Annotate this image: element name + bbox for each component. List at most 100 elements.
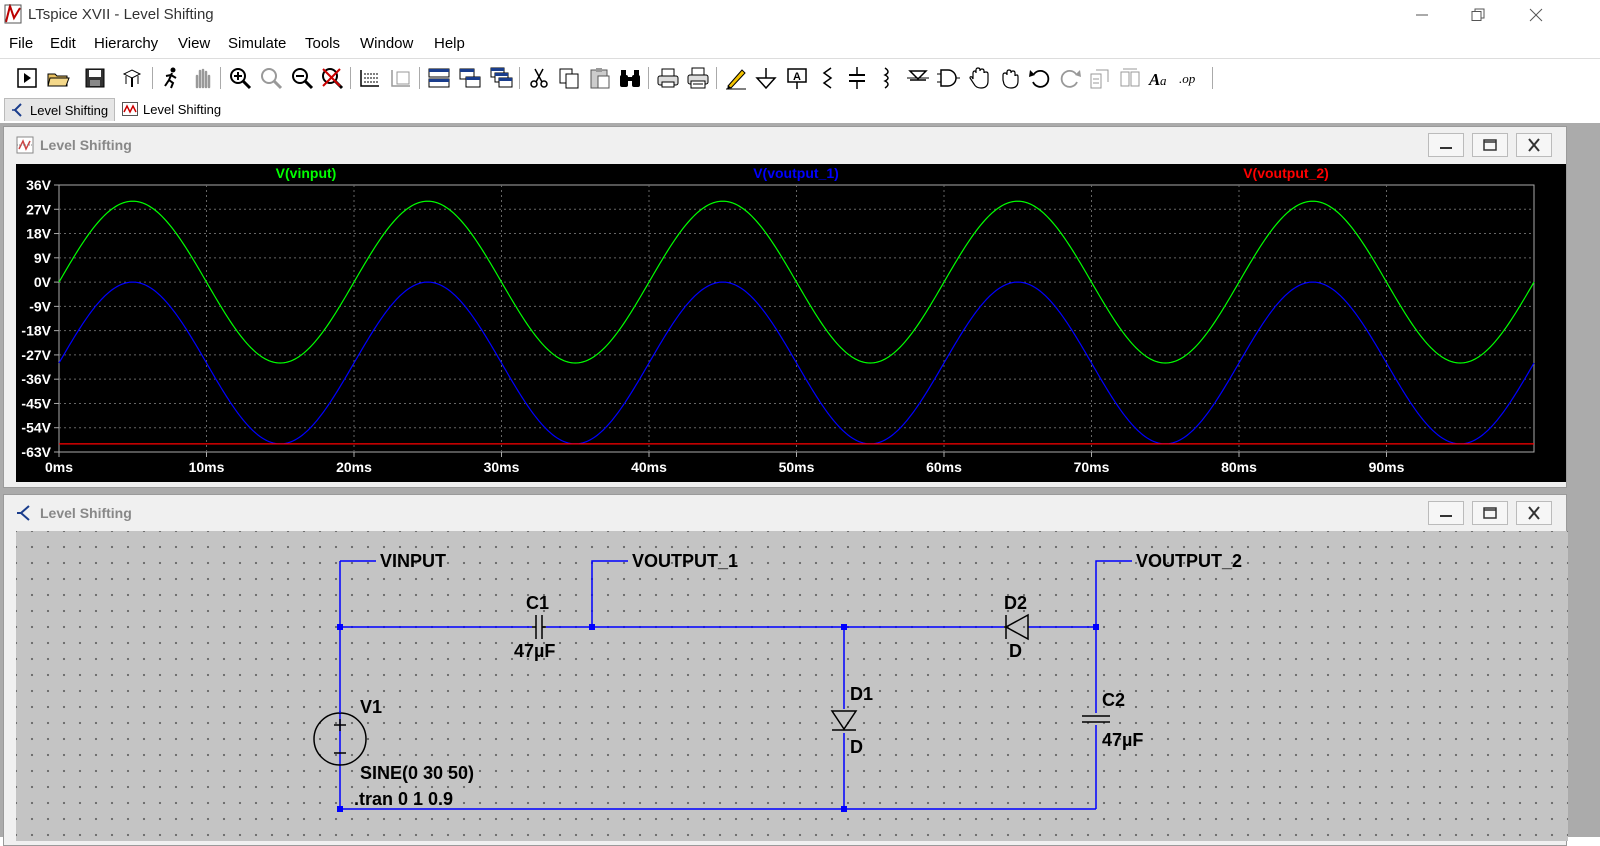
restore-icon <box>1471 8 1485 21</box>
rotate-button[interactable] <box>1088 66 1112 90</box>
paste-button[interactable] <box>588 66 612 90</box>
waveform-plot-area[interactable]: 36V 27V 18V 9V 0V -9V -18V -27V -36V -45V -54V -63V… <box>16 164 1566 482</box>
capacitor-button[interactable] <box>845 66 869 90</box>
drag-button[interactable] <box>997 66 1021 90</box>
text-button[interactable]: Aa <box>1148 66 1172 90</box>
undo-icon <box>1029 69 1050 88</box>
resistor-button[interactable] <box>815 66 839 90</box>
tab-waveform[interactable]: Level Shifting <box>116 98 227 120</box>
y-tick-label: 36V <box>26 177 52 193</box>
autorange-icon <box>360 70 379 87</box>
menu-help[interactable]: Help <box>434 35 465 52</box>
cut-button[interactable] <box>527 66 551 90</box>
spice-directive-button[interactable]: .op <box>1178 66 1202 90</box>
d2-model[interactable]: D <box>1009 641 1022 662</box>
move-button[interactable] <box>967 66 991 90</box>
waveform-maximize-button[interactable] <box>1472 133 1508 157</box>
delete-trace-button[interactable] <box>389 66 413 90</box>
autorange-button[interactable] <box>358 66 382 90</box>
menu-tools[interactable]: Tools <box>305 35 340 52</box>
halt-button[interactable] <box>190 66 214 90</box>
waveform-window: Level Shifting 36V 27V 18V 9V 0V -9V -18V -27V -… <box>3 126 1567 488</box>
zoom-out-button[interactable] <box>290 66 314 90</box>
cascade-button[interactable] <box>489 66 513 90</box>
x-tick-label: 50ms <box>779 459 815 475</box>
menu-hierarchy[interactable]: Hierarchy <box>94 35 158 52</box>
inductor-button[interactable] <box>875 66 899 90</box>
zoom-to-fit-button[interactable] <box>259 66 283 90</box>
inductor-icon <box>883 67 889 89</box>
c2-name[interactable]: C2 <box>1102 690 1125 711</box>
undo-button[interactable] <box>1028 66 1052 90</box>
mdi-workspace: Level Shifting 36V 27V 18V 9V 0V -9V -18V -27V -… <box>0 123 1600 846</box>
label-net-button[interactable]: A <box>785 66 809 90</box>
menu-simulate[interactable]: Simulate <box>228 35 286 52</box>
d1-model[interactable]: D <box>850 737 863 758</box>
zoom-to-fit-icon <box>261 68 283 90</box>
v1-name[interactable]: V1 <box>360 697 382 718</box>
y-tick-label: 18V <box>26 226 52 242</box>
net-label-voutput1[interactable]: VOUTPUT_1 <box>632 551 738 572</box>
schematic-minimize-button[interactable] <box>1428 501 1464 525</box>
schematic-maximize-button[interactable] <box>1472 501 1508 525</box>
menu-window[interactable]: Window <box>360 35 413 52</box>
close-button[interactable] <box>1508 0 1564 30</box>
schematic-window-titlebar[interactable]: Level Shifting <box>4 495 1566 529</box>
net-label-voutput2[interactable]: VOUTPUT_2 <box>1136 551 1242 572</box>
print-button[interactable] <box>656 66 680 90</box>
v1-value[interactable]: SINE(0 30 50) <box>360 763 474 784</box>
menu-edit[interactable]: Edit <box>50 35 76 52</box>
legend-entry[interactable]: V(voutput_1) <box>753 165 839 181</box>
diode-button[interactable] <box>906 66 930 90</box>
y-tick-label: 0V <box>34 274 52 290</box>
c2-value[interactable]: 47µF <box>1102 730 1143 751</box>
net-label-vinput[interactable]: VINPUT <box>380 551 446 572</box>
cancel-zoom-button[interactable] <box>320 66 344 90</box>
spice-directive[interactable]: .tran 0 1 0.9 <box>354 789 453 810</box>
junction-dot <box>589 624 595 630</box>
open-button[interactable] <box>46 66 70 90</box>
waveform-close-button[interactable] <box>1516 133 1552 157</box>
legend-entry[interactable]: V(voutput_2) <box>1243 165 1329 181</box>
schematic-canvas[interactable]: VINPUT VOUTPUT_1 VOUTPUT_2 C1 47µF D2 D … <box>16 531 1568 841</box>
toolbar-separator <box>716 67 717 89</box>
tile-horizontal-button[interactable] <box>458 66 482 90</box>
d1-name[interactable]: D1 <box>850 684 873 705</box>
close-icon <box>1528 506 1540 520</box>
tile-vertical-button[interactable] <box>427 66 451 90</box>
toolbar: A Aa .op <box>0 58 1600 98</box>
close-icon <box>1528 138 1540 152</box>
legend-entry[interactable]: V(vinput) <box>276 165 337 181</box>
find-button[interactable] <box>618 66 642 90</box>
svg-text:A: A <box>793 71 801 83</box>
menu-file[interactable]: File <box>9 35 33 52</box>
control-panel-button[interactable] <box>120 66 144 90</box>
c1-value[interactable]: 47µF <box>514 641 555 662</box>
zoom-in-button[interactable] <box>228 66 252 90</box>
waveform-window-titlebar[interactable]: Level Shifting <box>4 127 1566 161</box>
print-setup-button[interactable] <box>686 66 710 90</box>
run-button[interactable] <box>159 66 183 90</box>
save-button[interactable] <box>83 66 107 90</box>
new-schematic-button[interactable] <box>15 66 39 90</box>
copy-button[interactable] <box>557 66 581 90</box>
toolbar-separator <box>648 67 649 89</box>
schematic-close-button[interactable] <box>1516 501 1552 525</box>
redo-button[interactable] <box>1058 66 1082 90</box>
c1-name[interactable]: C1 <box>526 593 549 614</box>
schematic-icon <box>12 103 22 117</box>
restore-button[interactable] <box>1450 0 1506 30</box>
tab-schematic[interactable]: Level Shifting <box>4 98 116 121</box>
mirror-icon <box>1120 68 1140 87</box>
resistor-icon <box>822 67 833 89</box>
draw-wire-button[interactable] <box>724 66 748 90</box>
mirror-button[interactable] <box>1118 66 1142 90</box>
ground-button[interactable] <box>754 66 778 90</box>
d2-name[interactable]: D2 <box>1004 593 1027 614</box>
svg-text:a: a <box>1160 73 1167 88</box>
waveform-minimize-button[interactable] <box>1428 133 1464 157</box>
component-button[interactable] <box>936 66 960 90</box>
minimize-button[interactable] <box>1394 0 1450 30</box>
minimize-icon <box>1440 147 1452 149</box>
menu-view[interactable]: View <box>178 35 210 52</box>
